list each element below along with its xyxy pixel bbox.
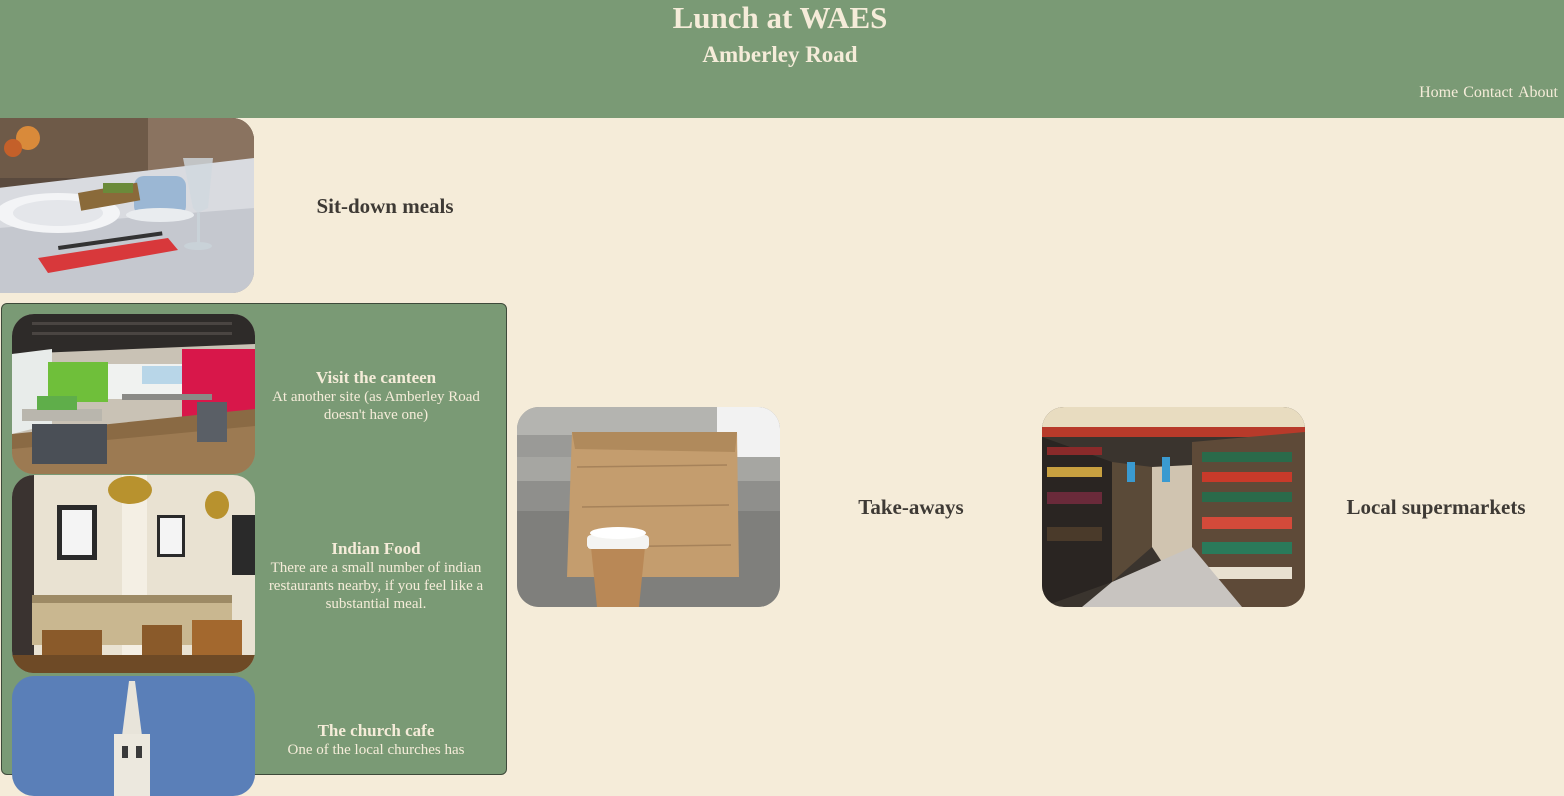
canteen-title: Visit the canteen (315, 368, 437, 387)
sit-down-meals-label: Sit-down meals (316, 194, 454, 218)
sit-down-options-panel: Visit the canteen At another site (as Am… (1, 303, 507, 796)
nav-home-link[interactable]: Home (1419, 84, 1458, 101)
nav-bar: Home Contact About (1418, 83, 1558, 103)
site-subtitle: Amberley Road (702, 42, 858, 67)
indian-food-title: Indian Food (331, 539, 421, 558)
canteen-image[interactable] (12, 314, 255, 474)
site-title: Lunch at WAES (672, 0, 888, 35)
indian-food-text: There are a small number of indian resta… (268, 560, 484, 612)
supermarket-aisle-image[interactable] (1042, 407, 1305, 607)
church-cafe-title: The church cafe (317, 721, 435, 740)
nav-contact-link[interactable]: Contact (1463, 84, 1513, 101)
church-image[interactable] (12, 676, 255, 796)
paper-bag-coffee-image[interactable] (517, 407, 780, 607)
restaurant-table-image[interactable] (0, 118, 254, 293)
site-header: Lunch at WAES Amberley Road Home Contact… (0, 0, 1564, 118)
take-aways-label: Take-aways (858, 495, 964, 519)
nav-about-link[interactable]: About (1518, 84, 1558, 101)
indian-restaurant-image[interactable] (12, 475, 255, 673)
church-cafe-text: One of the local churches has (287, 742, 465, 758)
canteen-text: At another site (as Amberley Road doesn'… (272, 389, 480, 423)
local-supermarkets-label: Local supermarkets (1346, 495, 1526, 519)
